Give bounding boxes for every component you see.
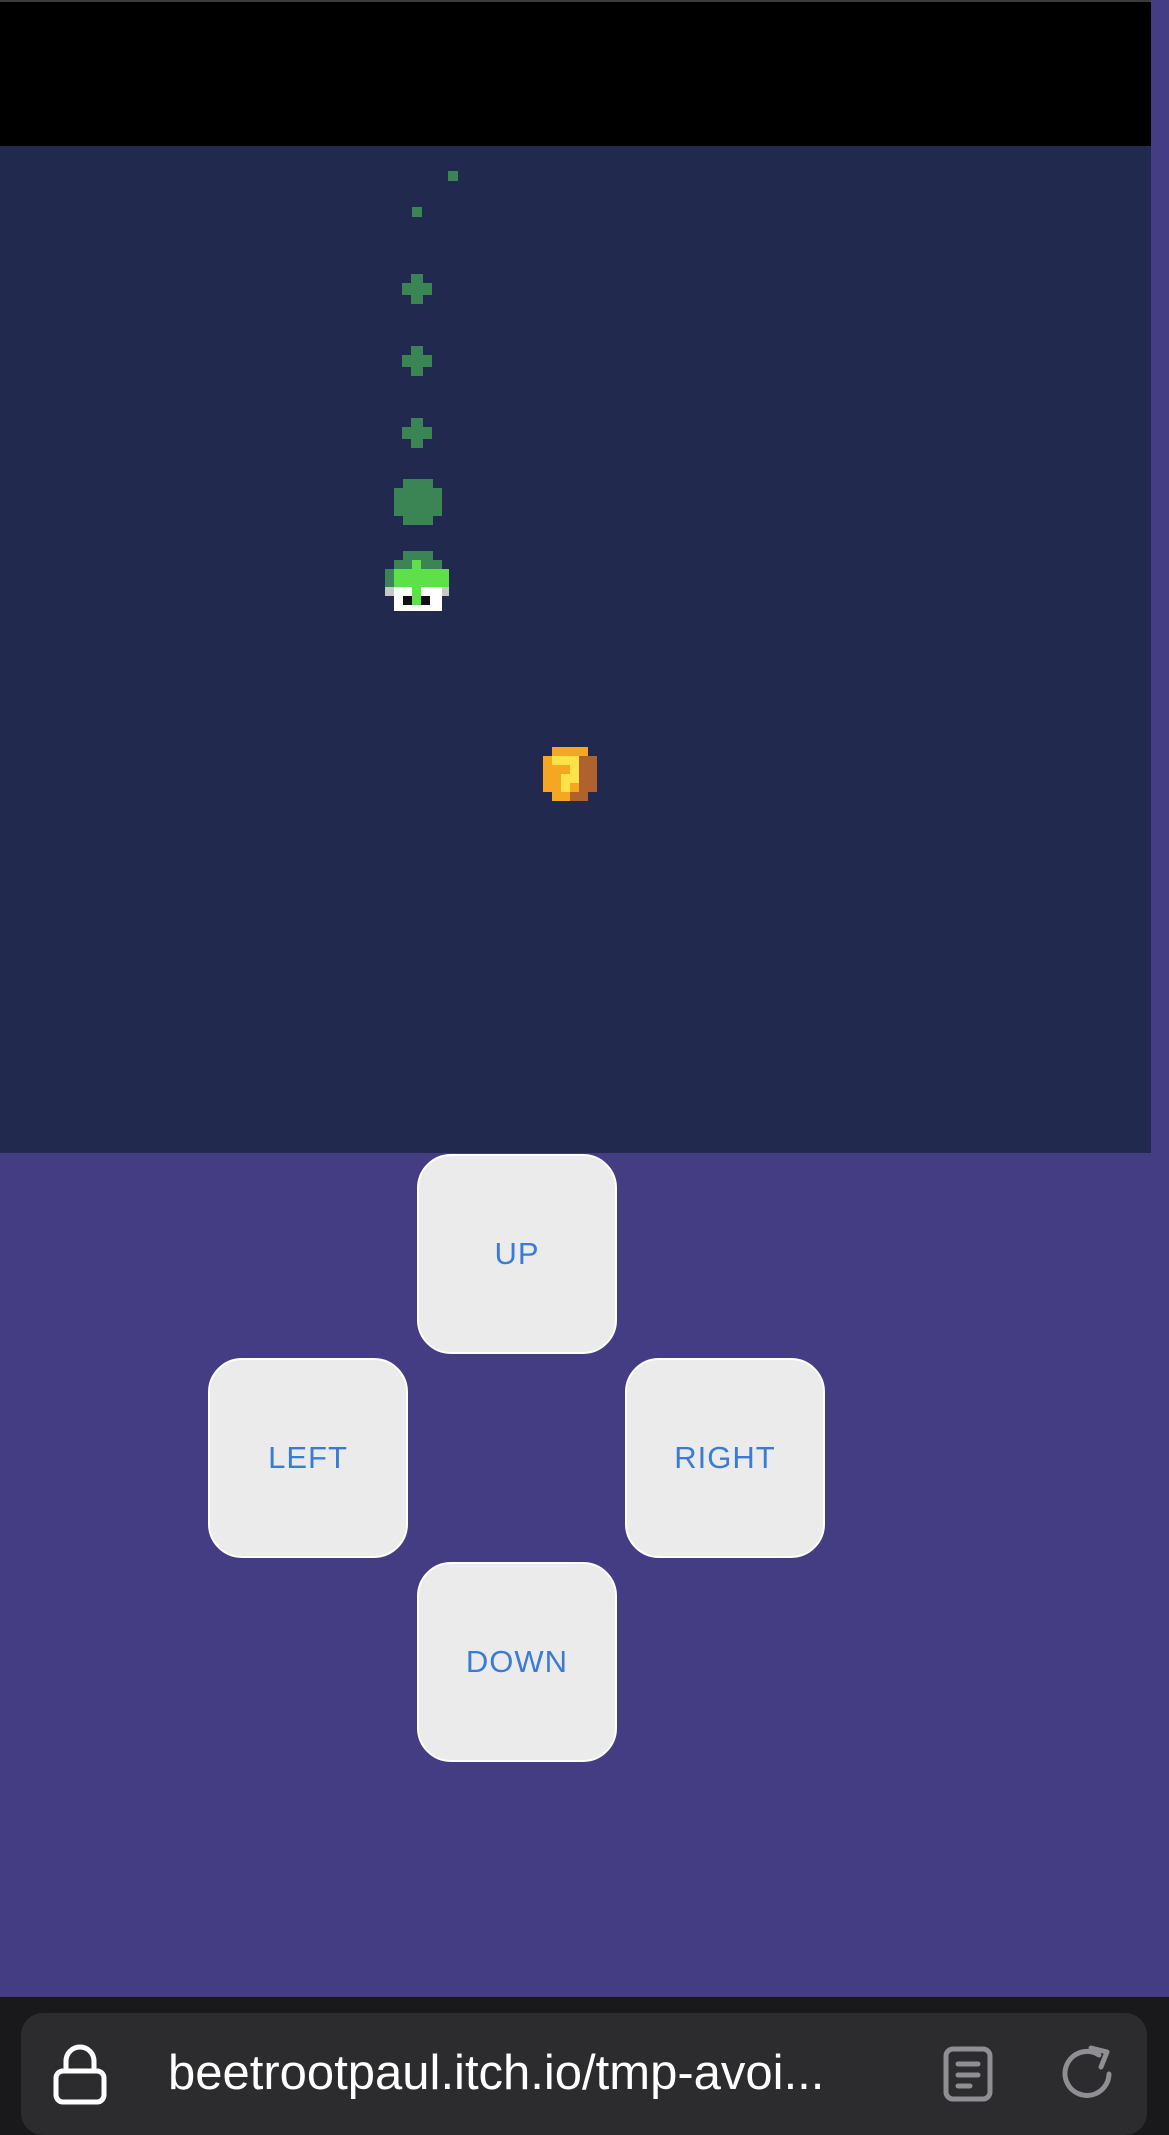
right-edge-strip <box>1151 0 1169 2000</box>
up-button-label: UP <box>494 1236 540 1271</box>
right-button[interactable]: RIGHT <box>625 1358 825 1558</box>
up-button[interactable]: UP <box>417 1154 617 1354</box>
down-button[interactable]: DOWN <box>417 1562 617 1762</box>
down-button-label: DOWN <box>465 1644 569 1679</box>
left-button[interactable]: LEFT <box>208 1358 408 1558</box>
top-black-bar <box>0 0 1151 146</box>
right-button-label: RIGHT <box>674 1440 776 1475</box>
lock-icon <box>53 2044 107 2105</box>
url-text[interactable]: beetrootpaul.itch.io/tmp-avoi... <box>168 2043 888 2103</box>
reload-icon[interactable] <box>1059 2044 1119 2104</box>
left-button-label: LEFT <box>268 1440 348 1475</box>
reader-mode-icon[interactable] <box>943 2046 993 2102</box>
game-canvas[interactable] <box>0 146 1151 1153</box>
